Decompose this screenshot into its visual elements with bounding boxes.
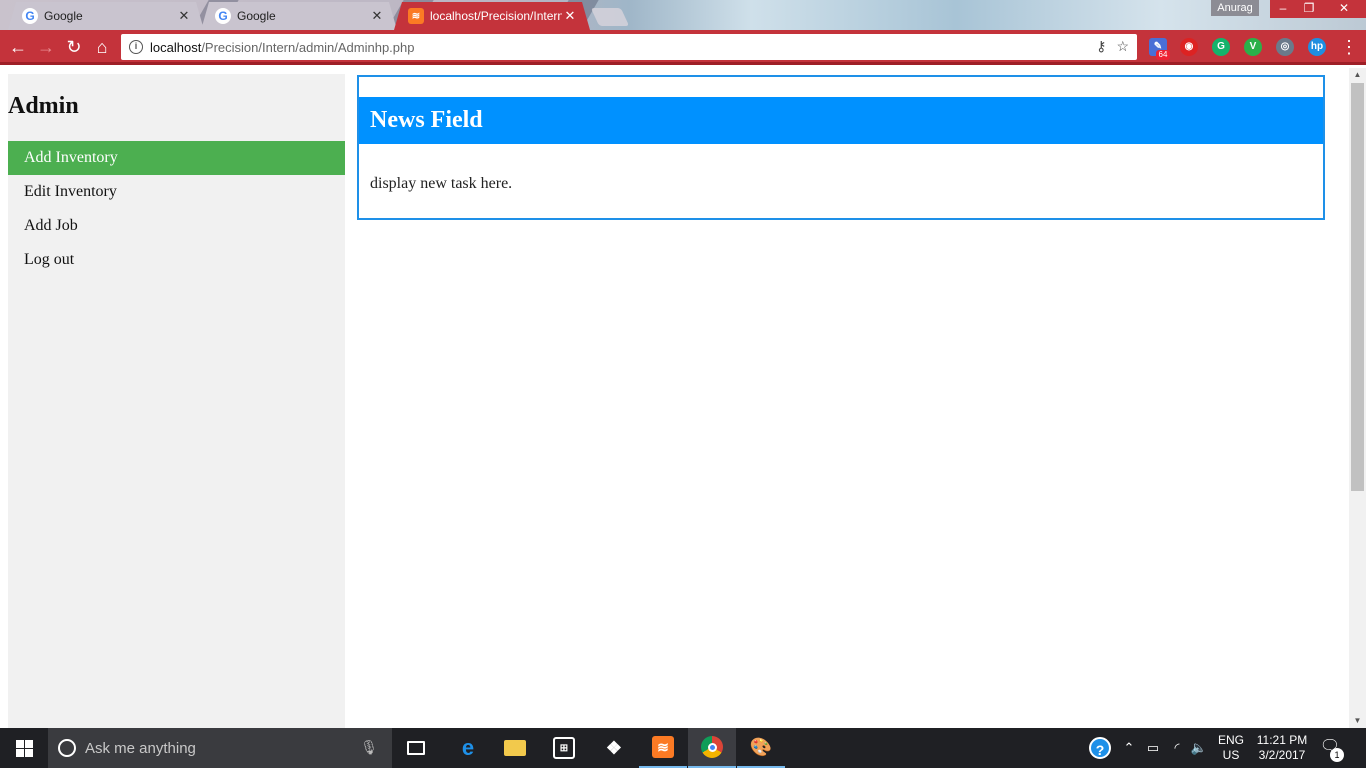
- help-icon: ?: [1089, 737, 1111, 759]
- notification-count: 1: [1330, 748, 1344, 762]
- task-view-button[interactable]: [392, 728, 440, 768]
- sidebar-title: Admin: [8, 93, 79, 119]
- extension-vpn-icon[interactable]: V: [1244, 38, 1262, 56]
- close-tab-icon[interactable]: ✕: [369, 8, 385, 24]
- clock-date: 3/2/2017: [1258, 748, 1306, 762]
- restore-button[interactable]: ❐: [1296, 0, 1322, 18]
- news-field-title: News Field: [370, 107, 483, 133]
- windows-logo-icon: [15, 739, 33, 757]
- language-code: ENG: [1217, 733, 1244, 747]
- close-window-button[interactable]: ✕: [1322, 0, 1366, 18]
- site-info-icon[interactable]: i: [129, 40, 143, 54]
- xampp-favicon-icon: ≋: [408, 8, 424, 24]
- search-placeholder: Ask me anything: [85, 739, 196, 757]
- google-favicon-icon: G: [22, 8, 38, 24]
- close-tab-icon[interactable]: ✕: [176, 8, 192, 24]
- scroll-up-arrow-icon[interactable]: ▲: [1349, 68, 1366, 82]
- dropbox-icon: ❖: [605, 737, 623, 758]
- wifi-icon[interactable]: ◜: [1166, 728, 1188, 768]
- close-tab-icon[interactable]: ✕: [562, 8, 578, 24]
- windows-taskbar: Ask me anything 🎙 e ⊞ ❖ ≋ 🎨 ? ⌃ ▭ ◜ 🔈 EN…: [0, 728, 1366, 768]
- browser-menu-icon[interactable]: ⋮: [1340, 36, 1358, 58]
- xampp-icon: ≋: [652, 736, 674, 758]
- folder-icon: [504, 740, 526, 756]
- scrollbar-thumb[interactable]: [1351, 83, 1364, 491]
- bookmark-star-icon[interactable]: ☆: [1116, 38, 1129, 55]
- url-host: localhost: [150, 39, 202, 55]
- language-indicator[interactable]: ENG US: [1214, 733, 1248, 763]
- google-favicon-icon: G: [215, 8, 231, 24]
- battery-icon[interactable]: ▭: [1142, 728, 1164, 768]
- extension-grammarly-icon[interactable]: G: [1212, 38, 1230, 56]
- show-hidden-icons-chevron-icon[interactable]: ⌃: [1120, 728, 1138, 768]
- url-path: /Precision/Intern/admin/Adminhp.php: [201, 39, 415, 55]
- paint-palette-icon: 🎨: [749, 736, 773, 757]
- taskbar-app-store[interactable]: ⊞: [540, 728, 588, 768]
- news-field-header: News Field: [359, 97, 1323, 144]
- taskbar-app-edge[interactable]: e: [444, 728, 492, 768]
- tab-title: Google: [44, 9, 83, 23]
- sidebar-item-add-inventory[interactable]: Add Inventory: [8, 141, 345, 175]
- page-scrollbar[interactable]: ▲ ▼: [1349, 68, 1366, 728]
- extension-hp-icon[interactable]: hp: [1308, 38, 1326, 56]
- extension-badge-count: 64: [1156, 50, 1170, 60]
- key-icon[interactable]: ⚷: [1096, 38, 1106, 55]
- sidebar-item-edit-inventory[interactable]: Edit Inventory: [8, 175, 345, 209]
- scroll-down-arrow-icon[interactable]: ▼: [1349, 714, 1366, 728]
- extension-location-icon[interactable]: ◎: [1276, 38, 1294, 56]
- browser-tab-strip: G Google ✕ G Google ✕ ≋ localhost/Precis…: [0, 0, 1366, 30]
- volume-icon[interactable]: 🔈: [1188, 728, 1210, 768]
- action-center-button[interactable]: 🗨 1: [1318, 736, 1344, 762]
- address-bar[interactable]: i localhost/Precision/Intern/admin/Admin…: [121, 34, 1137, 60]
- help-tray-button[interactable]: ?: [1087, 728, 1113, 768]
- taskbar-app-dropbox[interactable]: ❖: [590, 728, 638, 768]
- page-viewport: Admin Add Inventory Edit Inventory Add J…: [0, 68, 1349, 728]
- edge-icon: e: [461, 735, 475, 760]
- browser-tab-localhost[interactable]: ≋ localhost/Precision/Intern ✕: [394, 2, 590, 30]
- back-icon[interactable]: ←: [6, 35, 30, 59]
- task-view-icon: [407, 741, 425, 755]
- cortana-icon: [58, 739, 76, 757]
- start-button[interactable]: [0, 728, 48, 768]
- new-tab-button[interactable]: [590, 8, 630, 26]
- clock-time: 11:21 PM: [1256, 733, 1308, 747]
- browser-tab-google-1[interactable]: G Google ✕: [8, 2, 204, 30]
- minimize-button[interactable]: –: [1270, 0, 1296, 18]
- store-icon: ⊞: [553, 737, 575, 759]
- taskbar-app-xampp[interactable]: ≋: [639, 728, 687, 768]
- taskbar-app-chrome[interactable]: [688, 728, 736, 768]
- chrome-icon: [701, 736, 723, 758]
- taskbar-app-file-explorer[interactable]: [491, 728, 539, 768]
- tab-title: Google: [237, 9, 276, 23]
- home-icon[interactable]: ⌂: [90, 35, 114, 59]
- tab-title: localhost/Precision/Intern: [430, 9, 562, 23]
- forward-icon[interactable]: →: [34, 35, 58, 59]
- cortana-search-box[interactable]: Ask me anything 🎙: [48, 728, 392, 768]
- sidebar-item-log-out[interactable]: Log out: [8, 243, 345, 277]
- taskbar-app-paint[interactable]: 🎨: [737, 728, 785, 768]
- admin-sidebar: Admin Add Inventory Edit Inventory Add J…: [8, 74, 345, 728]
- extension-adblock-icon[interactable]: ◉: [1180, 38, 1198, 56]
- language-region: US: [1222, 748, 1240, 762]
- sidebar-item-add-job[interactable]: Add Job: [8, 209, 345, 243]
- news-field-body: display new task here.: [370, 175, 513, 192]
- profile-button[interactable]: Anurag: [1211, 0, 1259, 16]
- microphone-icon[interactable]: 🎙: [360, 739, 378, 756]
- browser-tab-google-2[interactable]: G Google ✕: [201, 2, 397, 30]
- reload-icon[interactable]: ↻: [62, 35, 86, 59]
- system-clock[interactable]: 11:21 PM 3/2/2017: [1252, 733, 1312, 763]
- news-field-panel: News Field display new task here.: [357, 75, 1325, 220]
